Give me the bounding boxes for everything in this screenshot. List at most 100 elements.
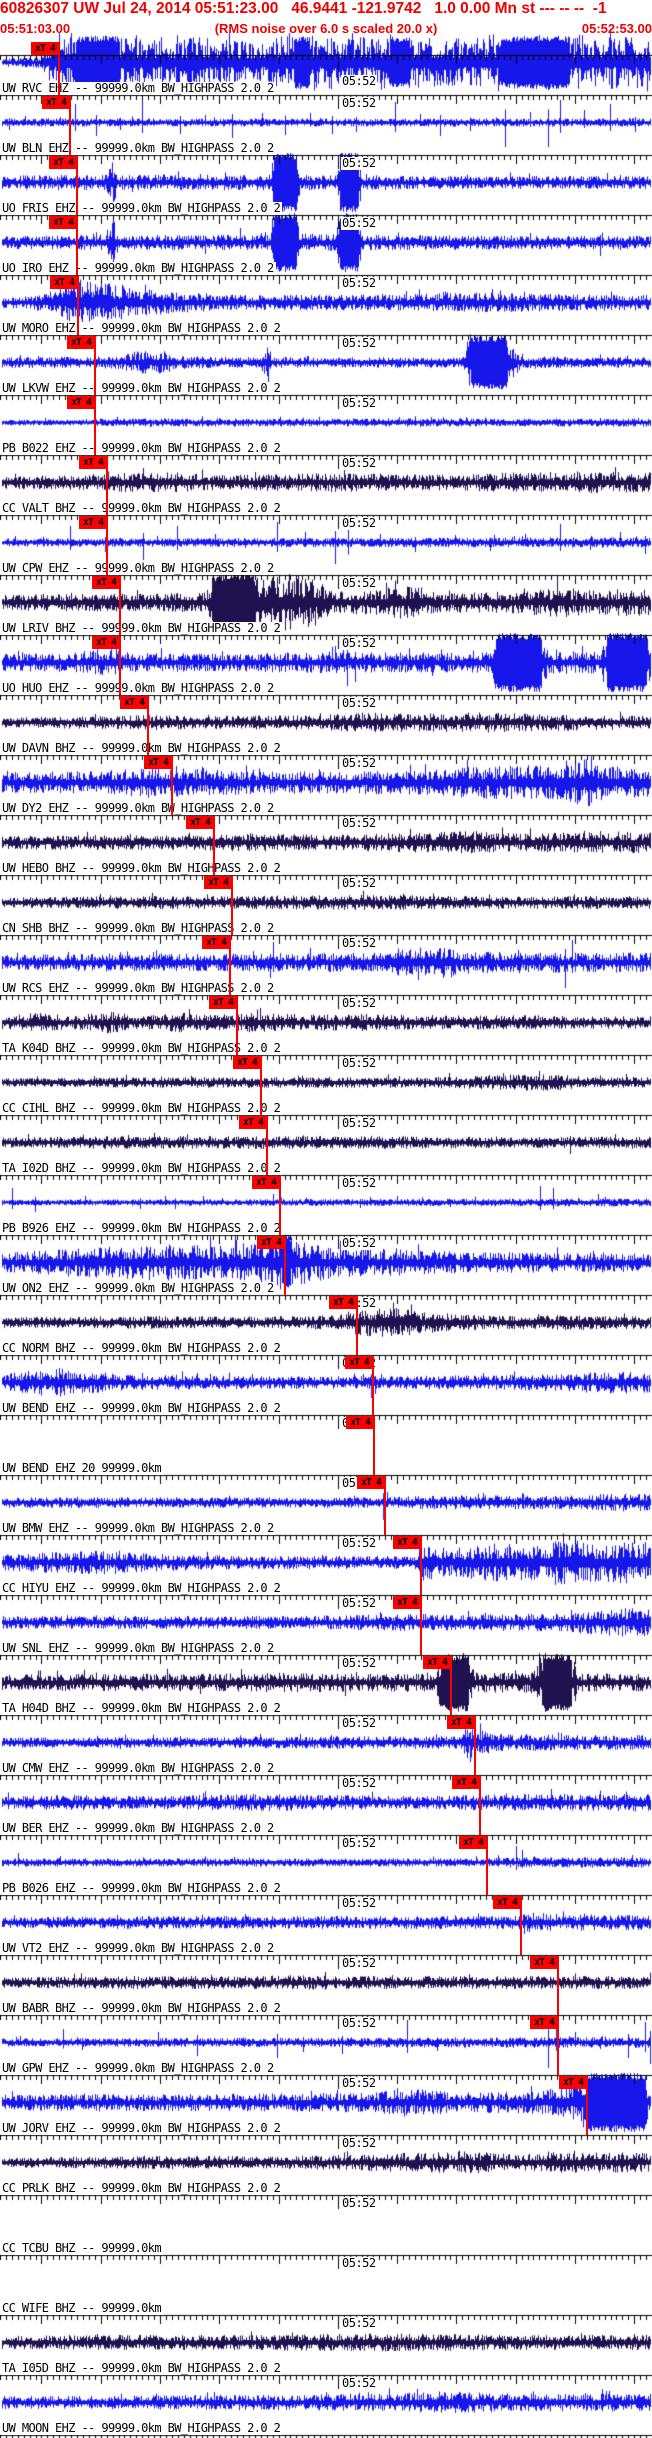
phase-pick-flag[interactable]: xT 4 [252,1176,280,1189]
trace-row[interactable]: CC CIHL BHZ -- 99999.0km BW_HIGHPASS 2.0… [0,1055,652,1115]
phase-pick-flag[interactable]: xT 4 [459,1836,487,1849]
phase-pick-flag[interactable]: xT 4 [92,636,120,649]
trace-row[interactable]: CC HIYU EHZ -- 99999.0km BW_HIGHPASS 2.0… [0,1535,652,1595]
phase-pick-flag[interactable]: xT 4 [239,1116,267,1129]
phase-pick-flag[interactable]: xT 4 [49,156,77,169]
phase-pick-flag[interactable]: xT 4 [92,576,120,589]
trace-row[interactable]: UO FRIS EHZ -- 99999.0km BW_HIGHPASS 2.0… [0,155,652,215]
trace-row[interactable]: UW BER EHZ -- 99999.0km BW_HIGHPASS 2.0 … [0,1775,652,1835]
phase-pick-line[interactable] [119,636,121,695]
trace-row[interactable]: CC NORM BHZ -- 99999.0km BW_HIGHPASS 2.0… [0,1295,652,1355]
phase-pick-flag[interactable]: xT 4 [447,1716,475,1729]
phase-pick-flag[interactable]: xT 4 [67,396,95,409]
trace-row[interactable]: UW GPW EHZ -- 99999.0km BW_HIGHPASS 2.0 … [0,2015,652,2075]
trace-row[interactable]: UW CPW EHZ -- 99999.0km BW_HIGHPASS 2.0 … [0,515,652,575]
trace-row[interactable]: UW BEND EHZ -- 99999.0km BW_HIGHPASS 2.0… [0,1355,652,1415]
trace-row[interactable]: UW RCS EHZ -- 99999.0km BW_HIGHPASS 2.0 … [0,935,652,995]
trace-row[interactable]: UW JORV EHZ -- 99999.0km BW_HIGHPASS 2.0… [0,2075,652,2135]
phase-pick-flag[interactable]: xT 4 [393,1596,421,1609]
phase-pick-line[interactable] [420,1536,422,1595]
trace-row[interactable]: UW BMW EHZ -- 99999.0km BW_HIGHPASS 2.0 … [0,1475,652,1535]
trace-row[interactable]: UW MORO EHZ -- 99999.0km BW_HIGHPASS 2.0… [0,275,652,335]
phase-pick-line[interactable] [58,42,60,95]
phase-pick-flag[interactable]: xT 4 [79,516,107,529]
phase-pick-line[interactable] [266,1116,268,1175]
trace-row[interactable]: UW LRIV BHZ -- 99999.0km BW_HIGHPASS 2.0… [0,575,652,635]
phase-pick-line[interactable] [279,1176,281,1235]
phase-pick-line[interactable] [106,516,108,575]
trace-row[interactable]: UW ON2 EHZ -- 99999.0km BW_HIGHPASS 2.0 … [0,1235,652,1295]
phase-pick-flag[interactable]: xT 4 [31,42,59,55]
trace-row[interactable]: UW RVC EHZ -- 99999.0km BW_HIGHPASS 2.0 … [0,35,652,95]
phase-pick-flag[interactable]: xT 4 [144,756,172,769]
phase-pick-flag[interactable]: xT 4 [202,936,230,949]
phase-pick-flag[interactable]: xT 4 [530,2016,558,2029]
phase-pick-flag[interactable]: xT 4 [393,1536,421,1549]
trace-row[interactable]: UW BABR BHZ -- 99999.0km BW_HIGHPASS 2.0… [0,1955,652,2015]
trace-row[interactable]: UW SNL EHZ -- 99999.0km BW_HIGHPASS 2.0 … [0,1595,652,1655]
phase-pick-line[interactable] [479,1776,481,1835]
phase-pick-line[interactable] [450,1656,452,1715]
phase-pick-line[interactable] [236,996,238,1055]
phase-pick-flag[interactable]: xT 4 [357,1476,385,1489]
phase-pick-line[interactable] [231,876,233,935]
trace-row[interactable]: TA H04D BHZ -- 99999.0km BW_HIGHPASS 2.0… [0,1655,652,1715]
phase-pick-line[interactable] [119,576,121,635]
phase-pick-flag[interactable]: xT 4 [233,1056,261,1069]
phase-pick-flag[interactable]: xT 4 [186,816,214,829]
phase-pick-line[interactable] [106,456,108,515]
phase-pick-line[interactable] [213,816,215,875]
phase-pick-flag[interactable]: xT 4 [530,1956,558,1969]
phase-pick-line[interactable] [520,1896,522,1955]
trace-row[interactable]: UW BLN EHZ -- 99999.0km BW_HIGHPASS 2.0 … [0,95,652,155]
trace-row[interactable]: CN SHB BHZ -- 99999.0km BW_HIGHPASS 2.0 … [0,875,652,935]
phase-pick-flag[interactable]: xT 4 [79,456,107,469]
phase-pick-line[interactable] [557,2016,559,2075]
trace-row[interactable]: TA K04D BHZ -- 99999.0km BW_HIGHPASS 2.0… [0,995,652,1055]
phase-pick-line[interactable] [474,1716,476,1775]
trace-row[interactable]: PB B026 EHZ -- 99999.0km BW_HIGHPASS 2.0… [0,1835,652,1895]
trace-row[interactable]: CC PRLK BHZ -- 99999.0km BW_HIGHPASS 2.0… [0,2135,652,2195]
trace-row[interactable]: CC TCBU BHZ -- 99999.0km 05:52 [0,2195,652,2255]
trace-row[interactable]: UW DY2 EHZ -- 99999.0km BW_HIGHPASS 2.0 … [0,755,652,815]
phase-pick-line[interactable] [373,1416,375,1475]
trace-row[interactable]: UW BEND EHZ 20 99999.0km05:52xT 4 [0,1415,652,1475]
phase-pick-flag[interactable]: xT 4 [120,696,148,709]
phase-pick-line[interactable] [284,1236,286,1295]
phase-pick-flag[interactable]: xT 4 [559,2076,587,2089]
phase-pick-line[interactable] [77,276,79,335]
phase-pick-flag[interactable]: xT 4 [67,336,95,349]
phase-pick-line[interactable] [76,156,78,215]
phase-pick-flag[interactable]: xT 4 [50,276,78,289]
trace-row[interactable]: UW VT2 EHZ -- 99999.0km BW_HIGHPASS 2.0 … [0,1895,652,1955]
phase-pick-line[interactable] [94,336,96,395]
phase-pick-flag[interactable]: xT 4 [209,996,237,1009]
phase-pick-line[interactable] [372,1356,374,1415]
phase-pick-line[interactable] [557,1956,559,2015]
phase-pick-flag[interactable]: xT 4 [423,1656,451,1669]
phase-pick-line[interactable] [94,396,96,455]
phase-pick-line[interactable] [486,1836,488,1895]
phase-pick-flag[interactable]: xT 4 [452,1776,480,1789]
phase-pick-line[interactable] [76,216,78,275]
trace-row[interactable]: UW HEBO BHZ -- 99999.0km BW_HIGHPASS 2.0… [0,815,652,875]
phase-pick-flag[interactable]: xT 4 [346,1416,374,1429]
phase-pick-line[interactable] [356,1296,358,1355]
phase-pick-flag[interactable]: xT 4 [329,1296,357,1309]
phase-pick-flag[interactable]: xT 4 [49,216,77,229]
phase-pick-line[interactable] [586,2076,588,2135]
phase-pick-line[interactable] [171,756,173,815]
trace-row[interactable]: UW CMW EHZ -- 99999.0km BW_HIGHPASS 2.0 … [0,1715,652,1775]
trace-row[interactable]: UO IRO EHZ -- 99999.0km BW_HIGHPASS 2.0 … [0,215,652,275]
phase-pick-flag[interactable]: xT 4 [493,1896,521,1909]
phase-pick-line[interactable] [260,1056,262,1115]
trace-row[interactable]: TA I02D BHZ -- 99999.0km BW_HIGHPASS 2.0… [0,1115,652,1175]
phase-pick-flag[interactable]: xT 4 [257,1236,285,1249]
trace-row[interactable]: PB B022 EHZ -- 99999.0km BW_HIGHPASS 2.0… [0,395,652,455]
trace-row[interactable]: UW LKVW EHZ -- 99999.0km BW_HIGHPASS 2.0… [0,335,652,395]
trace-row[interactable]: PB B926 EHZ -- 99999.0km BW_HIGHPASS 2.0… [0,1175,652,1235]
trace-row[interactable]: UO HUO EHZ -- 99999.0km BW_HIGHPASS 2.0 … [0,635,652,695]
phase-pick-line[interactable] [229,936,231,995]
phase-pick-flag[interactable]: xT 4 [204,876,232,889]
trace-row[interactable]: TA I05D BHZ -- 99999.0km BW_HIGHPASS 2.0… [0,2315,652,2375]
